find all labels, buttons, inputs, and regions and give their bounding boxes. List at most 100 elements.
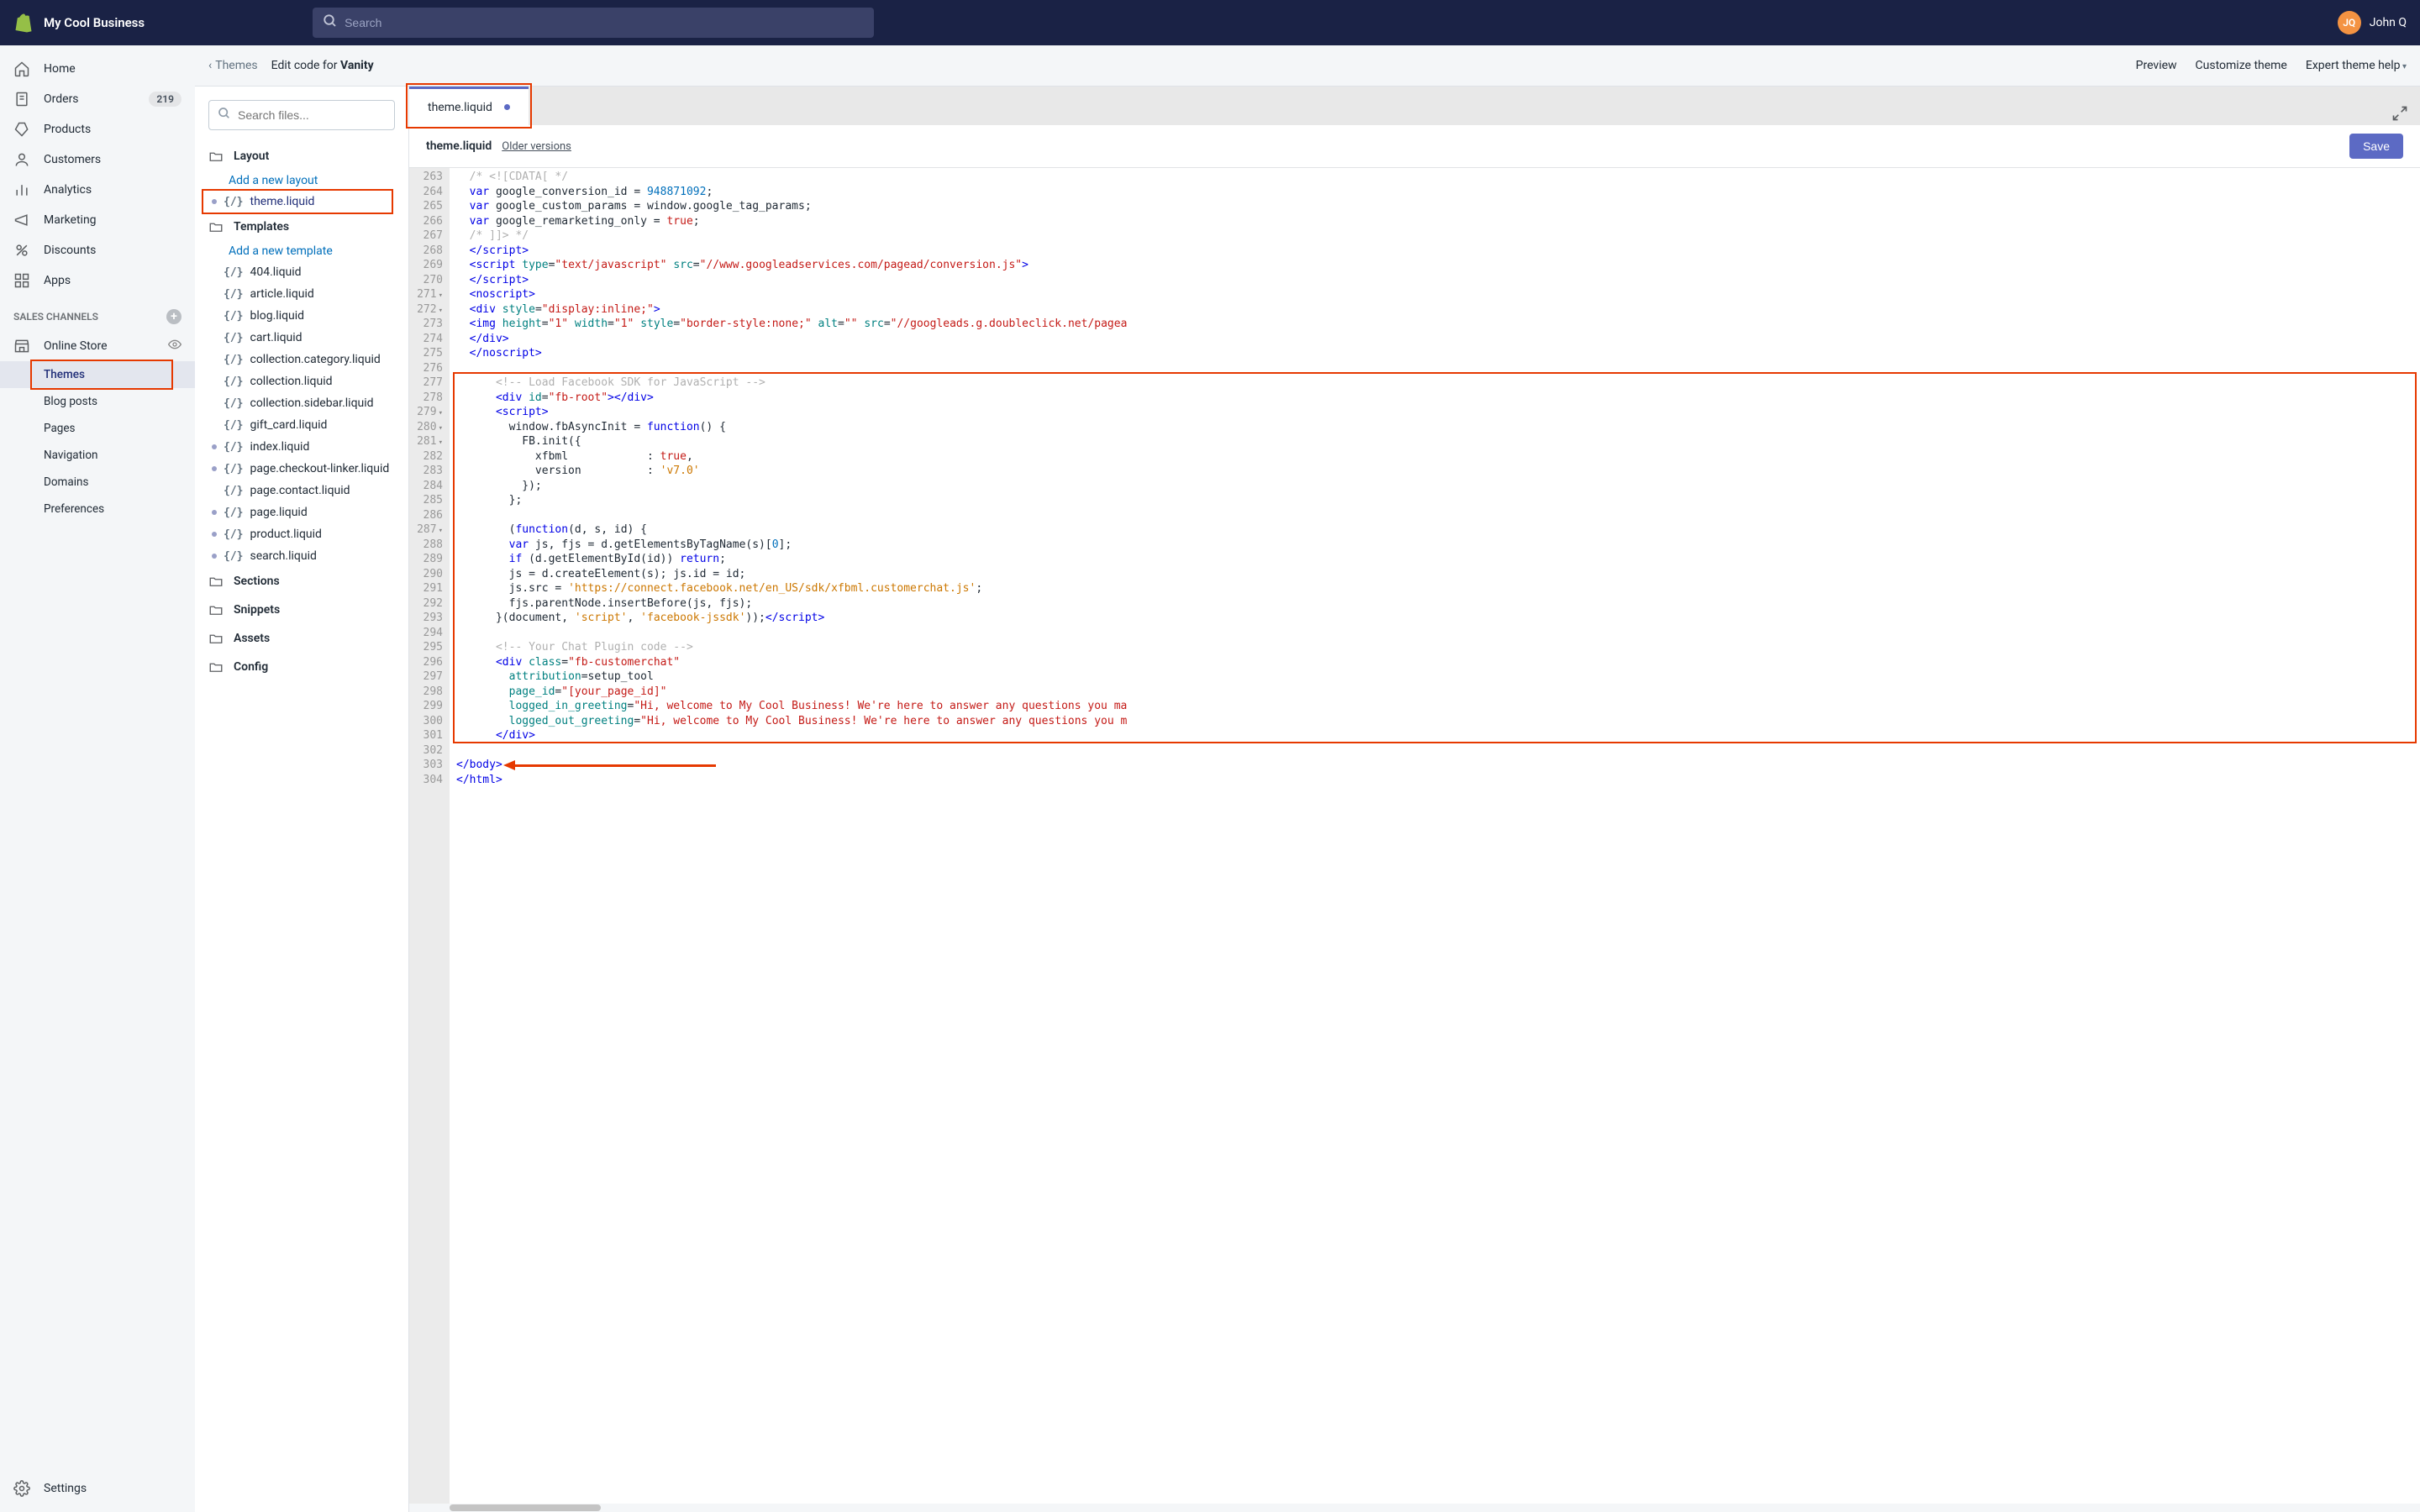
add-layout[interactable]: Add a new layout [202, 171, 402, 191]
folder-name: Sections [234, 575, 280, 588]
file-search-liquid[interactable]: {/}search.liquid [202, 545, 402, 567]
content-area: ‹ Themes Edit code for Vanity PreviewCus… [195, 45, 2420, 1512]
file-theme-liquid[interactable]: {/} theme.liquid [202, 191, 402, 213]
horizontal-scrollbar[interactable] [409, 1504, 2420, 1512]
line-gutter: 2632642652662672682692702712722732742752… [409, 168, 450, 1504]
code-editor[interactable]: 2632642652662672682692702712722732742752… [409, 168, 2420, 1504]
file-collection-category-liquid[interactable]: {/}collection.category.liquid [202, 349, 402, 370]
folder-config[interactable]: Config [202, 653, 402, 681]
nav-discounts[interactable]: Discounts [0, 235, 195, 265]
tab-label: theme.liquid [428, 101, 492, 114]
folder-sections[interactable]: Sections [202, 567, 402, 596]
chevron-left-icon: ‹ [208, 59, 212, 72]
file-product-liquid[interactable]: {/}product.liquid [202, 523, 402, 545]
file-name: blog.liquid [250, 309, 304, 323]
file-name: 404.liquid [250, 265, 301, 279]
add-channel-icon[interactable]: + [166, 309, 182, 324]
nav-sub-domains[interactable]: Domains [0, 469, 195, 496]
topbar-user[interactable]: JQ John Q [2338, 11, 2407, 34]
modified-dot-icon [212, 466, 217, 471]
nav-apps[interactable]: Apps [0, 265, 195, 296]
liquid-icon: {/} [224, 196, 243, 208]
file-page-liquid[interactable]: {/}page.liquid [202, 501, 402, 523]
unsaved-dot-icon [504, 104, 510, 110]
nav-settings[interactable]: Settings [0, 1473, 195, 1504]
file-collection-liquid[interactable]: {/} collection.liquid [202, 370, 402, 392]
file-page-checkout-linker-liquid[interactable]: {/}page.checkout-linker.liquid [202, 458, 402, 480]
liquid-icon: {/} [224, 419, 243, 432]
nav-customers[interactable]: Customers [0, 144, 195, 175]
marketing-icon [13, 212, 30, 228]
liquid-icon: {/} [224, 550, 243, 563]
folder-icon [208, 149, 224, 164]
user-name: John Q [2370, 16, 2407, 29]
section-label: SALES CHANNELS [13, 311, 98, 323]
action-customize-theme[interactable]: Customize theme [2196, 59, 2287, 72]
view-icon[interactable] [168, 338, 182, 354]
folder-assets[interactable]: Assets [202, 624, 402, 653]
nav-marketing[interactable]: Marketing [0, 205, 195, 235]
file-name: theme.liquid [250, 195, 314, 208]
liquid-icon: {/} [224, 332, 243, 344]
nav-section-header: SALES CHANNELS + [0, 296, 195, 331]
search-input[interactable] [345, 16, 864, 29]
expand-icon[interactable] [2380, 105, 2420, 125]
back-link[interactable]: ‹ Themes [208, 59, 258, 72]
nav-label: Apps [44, 274, 71, 287]
liquid-icon: {/} [224, 463, 243, 475]
file-name: collection.sidebar.liquid [250, 396, 373, 410]
file-collection-sidebar-liquid[interactable]: {/}collection.sidebar.liquid [202, 392, 402, 414]
nav-products[interactable]: Products [0, 114, 195, 144]
file-page-contact-liquid[interactable]: {/}page.contact.liquid [202, 480, 402, 501]
folder-name: Assets [234, 632, 270, 645]
file-article-liquid[interactable]: {/}article.liquid [202, 283, 402, 305]
nav-online-store[interactable]: Online Store [0, 331, 195, 361]
breadcrumb-bar: ‹ Themes Edit code for Vanity PreviewCus… [195, 45, 2420, 86]
file-search-input[interactable] [238, 108, 386, 122]
search-wrap [313, 8, 874, 38]
editor-tab[interactable]: theme.liquid [409, 87, 529, 125]
nav-label: Customers [44, 153, 101, 166]
scrollbar-thumb[interactable] [450, 1504, 601, 1511]
file-name: collection.liquid [250, 375, 332, 388]
code-content[interactable]: /* <![CDATA[ */ var google_conversion_id… [450, 168, 2420, 1504]
file-index-liquid[interactable]: {/}index.liquid [202, 436, 402, 458]
file-404-liquid[interactable]: {/} 404.liquid [202, 261, 402, 283]
store-icon [13, 338, 30, 354]
nav-sub-navigation[interactable]: Navigation [0, 442, 195, 469]
older-versions-link[interactable]: Older versions [502, 140, 571, 153]
back-label: Themes [215, 59, 257, 72]
nav-label: Analytics [44, 183, 92, 197]
folder-snippets[interactable]: Snippets [202, 596, 402, 624]
topbar: My Cool Business JQ John Q [0, 0, 2420, 45]
folder-layout[interactable]: Layout [202, 142, 402, 171]
file-blog-liquid[interactable]: {/}blog.liquid [202, 305, 402, 327]
nav-sub-preferences[interactable]: Preferences [0, 496, 195, 522]
shop-name: My Cool Business [44, 15, 145, 30]
nav-orders[interactable]: Orders219 [0, 84, 195, 114]
file-name: gift_card.liquid [250, 418, 327, 432]
folder-templates[interactable]: Templates [202, 213, 402, 241]
liquid-icon: {/} [224, 375, 243, 388]
global-search[interactable] [313, 8, 874, 38]
apps-icon [13, 272, 30, 289]
nav-home[interactable]: Home [0, 54, 195, 84]
search-icon [218, 107, 231, 123]
liquid-icon: {/} [224, 288, 243, 301]
add-templates[interactable]: Add a new template [202, 241, 402, 261]
nav-analytics[interactable]: Analytics [0, 175, 195, 205]
save-button[interactable]: Save [2349, 134, 2403, 159]
file-gift_card-liquid[interactable]: {/} gift_card.liquid [202, 414, 402, 436]
file-cart-liquid[interactable]: {/} cart.liquid [202, 327, 402, 349]
action-expert-theme-help[interactable]: Expert theme help [2306, 59, 2407, 72]
nav-sub-blog-posts[interactable]: Blog posts [0, 388, 195, 415]
modified-dot-icon [212, 510, 217, 515]
nav-sub-themes[interactable]: Themes [0, 361, 195, 388]
file-name: cart.liquid [250, 331, 302, 344]
nav-sub-pages[interactable]: Pages [0, 415, 195, 442]
liquid-icon: {/} [224, 266, 243, 279]
editor-area: theme.liquid theme.liquid Older versions… [409, 87, 2420, 1512]
action-preview[interactable]: Preview [2136, 59, 2177, 72]
file-search[interactable] [208, 100, 395, 130]
avatar: JQ [2338, 11, 2361, 34]
